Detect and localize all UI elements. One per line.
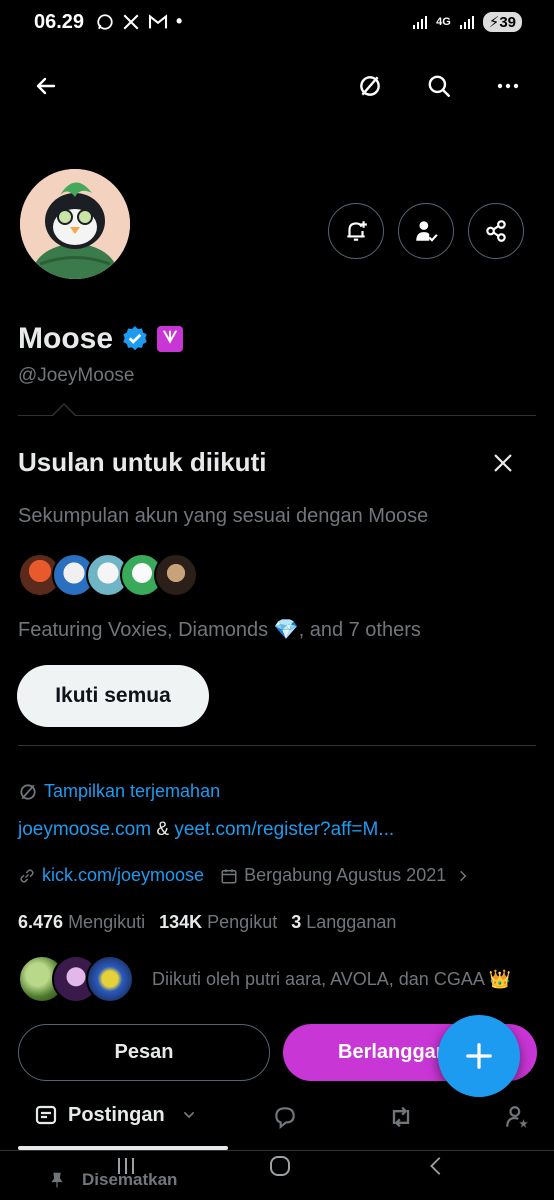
profile-name: Moose [18,322,114,355]
more-dots-icon [497,83,519,89]
signal-icon [413,16,428,29]
show-translation-link[interactable]: Tampilkan terjemahan [18,781,220,802]
notify-button[interactable] [328,203,384,259]
tab-replies[interactable] [266,1100,304,1134]
profile-stats: 6.476 Mengikuti 134K Pengikut 3 Langgana… [18,912,396,933]
translate-button[interactable] [350,66,390,106]
share-icon [486,220,506,242]
home-button[interactable] [262,1150,298,1182]
person-check-icon [416,221,438,242]
website-link-1[interactable]: joeymoose.com [18,819,151,840]
following-stat[interactable]: 6.476 Mengikuti [18,912,145,933]
recent-apps-icon [118,1158,134,1174]
back-button[interactable] [26,66,66,106]
followed-by-text: Diikuti oleh putri aara, AVOLA, dan CGAA… [152,968,512,989]
recent-apps-button[interactable] [108,1150,144,1182]
network-type: 4G [436,16,451,28]
bio-links: joeymoose.com & yeet.com/register?aff=M.… [18,819,394,841]
chevron-left-icon [430,1157,441,1175]
repost-icon [392,1106,410,1128]
person-star-icon [506,1106,528,1128]
close-icon [494,454,512,472]
system-back-button[interactable] [418,1150,454,1182]
followers-stat[interactable]: 134K Pengikut [159,912,277,933]
suggested-avatars[interactable] [18,553,198,597]
x-logo-icon [123,14,139,29]
tab-reposts[interactable] [382,1100,420,1134]
search-button[interactable] [419,66,459,106]
profile-avatar[interactable] [17,166,133,282]
follow-all-button[interactable]: Ikuti semua [17,665,209,727]
subscriptions-stat[interactable]: 3 Langganan [291,912,396,933]
pin-icon [51,1172,63,1188]
globe-slash-icon [360,76,380,96]
status-right: 4G ⚡39 [412,12,522,32]
profile-meta: kick.com/joeymoose Bergabung Agustus 202… [18,865,470,886]
link-icon [20,868,34,883]
profile-website-link[interactable]: kick.com/joeymoose [42,865,204,886]
reply-icon [275,1107,295,1130]
tab-posts[interactable]: Postingan [34,1103,197,1127]
message-button[interactable]: Pesan [18,1024,270,1081]
profile-handle: @JoeyMoose [18,365,135,386]
plus-icon [466,1043,492,1069]
share-button[interactable] [468,203,524,259]
top-bar [0,62,554,114]
featuring-text: Featuring Voxies, Diamonds 💎, and 7 othe… [18,619,421,641]
section-divider [18,745,536,746]
suggested-avatar-5 [154,553,198,597]
followed-by-row[interactable]: Diikuti oleh putri aara, AVOLA, dan CGAA… [18,955,511,1003]
penguin-avatar-image [20,169,130,279]
posts-icon [35,1105,57,1125]
joined-date: Bergabung Agustus 2021 [244,865,447,885]
suggestions-subtitle: Sekumpulan akun yang sesuai dengan Moose [18,505,429,527]
follower-avatar-3 [86,955,134,1003]
suggestions-divider [18,415,536,416]
suggestions-title: Usulan untuk diikuti [18,447,267,477]
affiliate-badge: ᗐ [157,326,184,352]
translate-label: Tampilkan terjemahan [44,781,221,801]
tab-subscriptions[interactable] [498,1100,536,1134]
more-options-button[interactable] [488,66,528,106]
chevron-right-icon[interactable] [456,869,470,883]
suggestions-pointer [52,403,76,416]
compose-fab[interactable] [438,1015,520,1097]
battery-indicator: ⚡39 [482,12,522,32]
status-bar: 06.29 • 4G ⚡39 [0,0,554,44]
verified-badge-icon [123,326,147,351]
following-status-button[interactable] [398,203,454,259]
whatsapp-icon [97,13,113,30]
close-suggestions-button[interactable] [486,446,520,480]
link-separator: & [156,819,170,840]
notification-icons: • [96,11,182,32]
translate-icon [20,783,36,800]
tab-posts-label: Postingan [68,1103,165,1126]
profile-name-row: Moose ᗐ [18,322,184,356]
back-arrow-icon [36,77,56,95]
bell-plus-icon [347,221,367,241]
more-notifications-dot: • [176,11,183,31]
status-time: 06.29 [34,11,85,33]
website-link-2[interactable]: yeet.com/register?aff=M... [174,819,394,840]
gmail-icon [148,13,168,28]
home-circle-icon [270,1156,290,1176]
search-icon [428,75,450,97]
chevron-down-icon [183,1111,194,1119]
signal-icon-2 [459,16,474,29]
calendar-icon [221,868,237,883]
